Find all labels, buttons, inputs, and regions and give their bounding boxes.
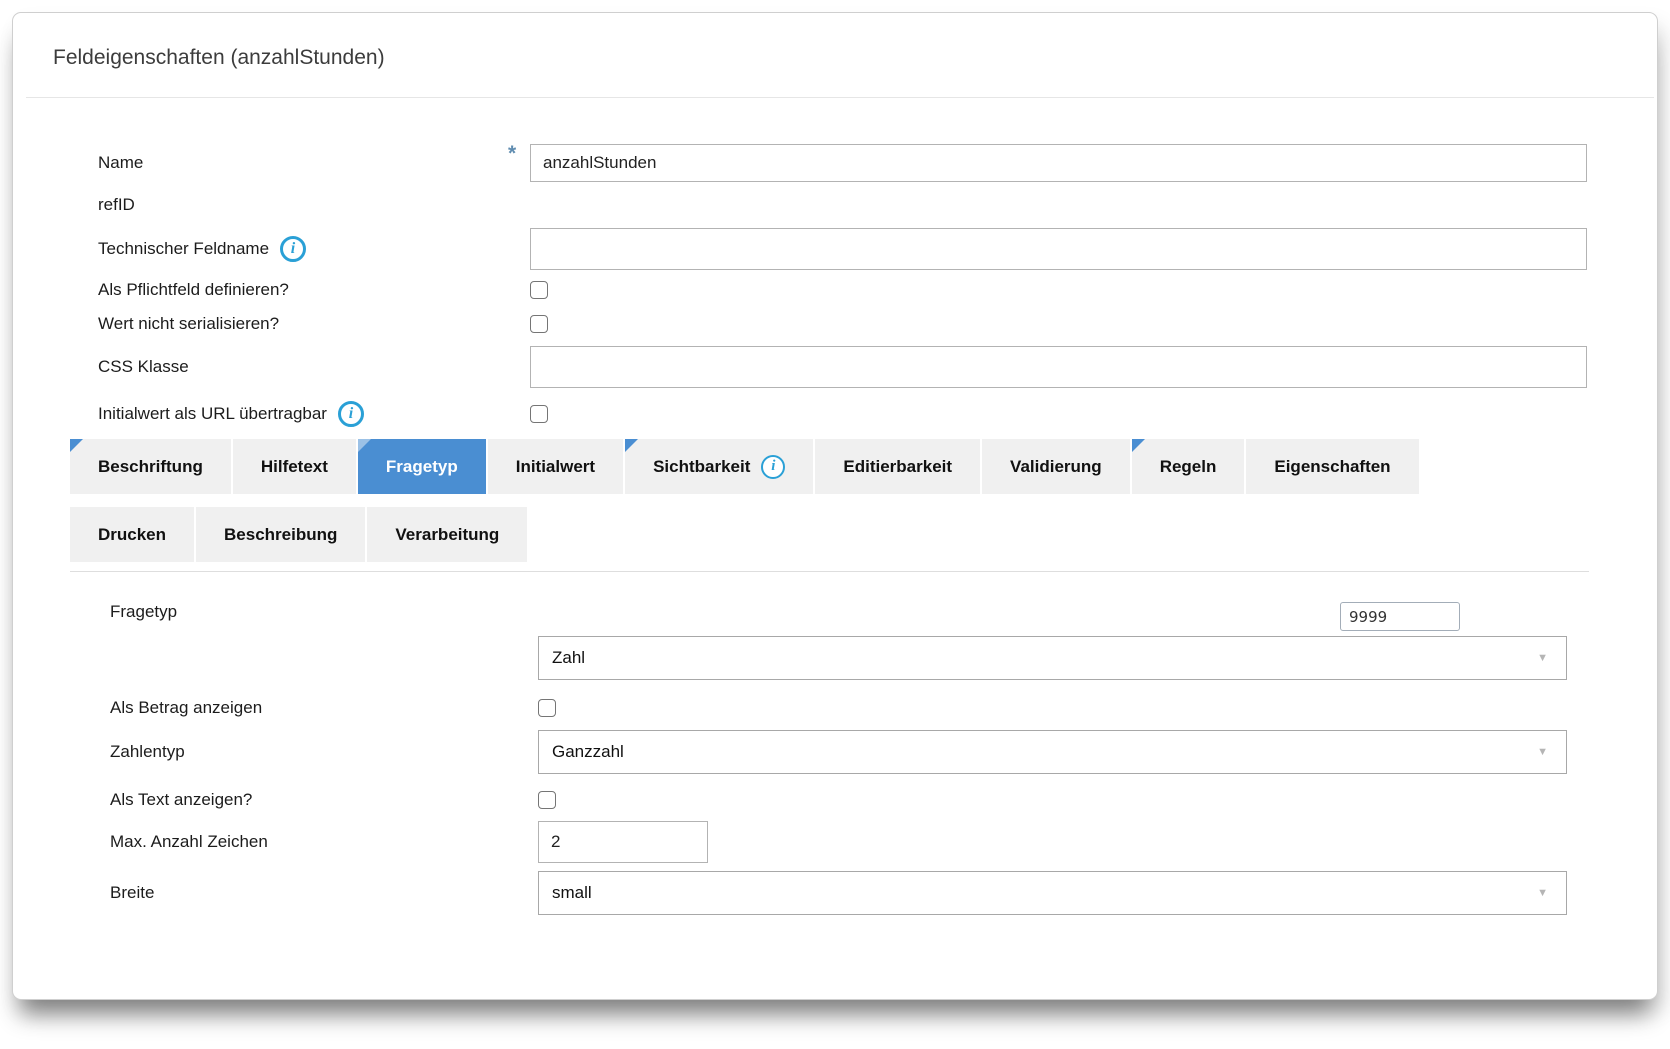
- tab-corner-marker: [625, 439, 638, 452]
- name-input[interactable]: [530, 144, 1587, 182]
- technical-fieldname-label: Technischer Feldname: [98, 239, 269, 259]
- required-asterisk: *: [508, 142, 516, 166]
- required-field-checkbox[interactable]: [530, 281, 548, 299]
- refid-label: refID: [98, 195, 530, 215]
- required-field-label: Als Pflichtfeld definieren?: [98, 280, 530, 300]
- css-class-label: CSS Klasse: [98, 357, 530, 377]
- refid-row: refID: [98, 195, 1587, 215]
- tab-eigenschaften[interactable]: Eigenschaften: [1246, 439, 1418, 494]
- no-serialize-row: Wert nicht serialisieren?: [98, 314, 1587, 334]
- fragetyp-tab-panel: Fragetyp Zahl ▼ Als Betrag anzeigen Zahl…: [110, 602, 1567, 915]
- css-class-row: CSS Klasse: [98, 346, 1587, 388]
- als-betrag-checkbox[interactable]: [538, 699, 556, 717]
- fragetyp-select[interactable]: Zahl ▼: [538, 636, 1567, 680]
- required-field-row: Als Pflichtfeld definieren?: [98, 280, 1587, 300]
- max-zeichen-row: Max. Anzahl Zeichen: [110, 821, 1567, 863]
- als-betrag-row: Als Betrag anzeigen: [110, 698, 1567, 718]
- tab-validierung[interactable]: Validierung: [982, 439, 1130, 494]
- field-properties-dialog: Feldeigenschaften (anzahlStunden) Name *…: [12, 12, 1658, 1000]
- breite-label: Breite: [110, 883, 538, 903]
- info-icon[interactable]: i: [338, 401, 364, 427]
- css-class-input[interactable]: [530, 346, 1587, 388]
- initial-url-label: Initialwert als URL übertragbar: [98, 404, 327, 424]
- info-icon[interactable]: i: [761, 455, 785, 479]
- chevron-down-icon: ▼: [1537, 652, 1548, 664]
- dialog-title: Feldeigenschaften (anzahlStunden): [53, 46, 1657, 70]
- tab-corner-marker: [1132, 439, 1145, 452]
- breite-row: Breite small ▼: [110, 871, 1567, 915]
- max-zeichen-input[interactable]: [538, 821, 708, 863]
- no-serialize-label: Wert nicht serialisieren?: [98, 314, 530, 334]
- zahlentyp-label: Zahlentyp: [110, 742, 538, 762]
- tab-bar: Beschriftung Hilfetext Fragetyp Initialw…: [70, 439, 1589, 562]
- breite-select-value: small: [552, 883, 1537, 903]
- tab-drucken[interactable]: Drucken: [70, 507, 194, 562]
- initial-url-checkbox[interactable]: [530, 405, 548, 423]
- fragetyp-select-value: Zahl: [552, 648, 1537, 668]
- technical-fieldname-input[interactable]: [530, 228, 1587, 270]
- als-text-label: Als Text anzeigen?: [110, 790, 538, 810]
- technical-fieldname-row: Technischer Feldname i: [98, 228, 1587, 270]
- tab-beschreibung[interactable]: Beschreibung: [196, 507, 365, 562]
- tab-fragetyp[interactable]: Fragetyp: [358, 439, 486, 494]
- tab-initialwert[interactable]: Initialwert: [488, 439, 623, 494]
- chevron-down-icon: ▼: [1537, 746, 1548, 758]
- chevron-down-icon: ▼: [1537, 887, 1548, 899]
- tab-editierbarkeit[interactable]: Editierbarkeit: [815, 439, 980, 494]
- als-text-row: Als Text anzeigen?: [110, 790, 1567, 810]
- max-zeichen-label: Max. Anzahl Zeichen: [110, 832, 538, 852]
- info-icon[interactable]: i: [280, 236, 306, 262]
- name-label: Name: [98, 153, 530, 173]
- tab-content-divider: [70, 571, 1589, 572]
- tab-corner-marker: [70, 439, 83, 452]
- tab-sichtbarkeit[interactable]: Sichtbarkeit i: [625, 439, 813, 494]
- tab-row-1: Beschriftung Hilfetext Fragetyp Initialw…: [70, 439, 1589, 494]
- zahlentyp-select-value: Ganzzahl: [552, 742, 1537, 762]
- tab-corner-marker: [358, 439, 371, 452]
- zahlentyp-row: Zahlentyp Ganzzahl ▼: [110, 730, 1567, 774]
- general-properties-form: Name * refID Technischer Feldname i Als …: [98, 144, 1587, 427]
- zahlentyp-select[interactable]: Ganzzahl ▼: [538, 730, 1567, 774]
- tab-hilfetext[interactable]: Hilfetext: [233, 439, 356, 494]
- tab-row-2: Drucken Beschreibung Verarbeitung: [70, 507, 1589, 562]
- no-serialize-checkbox[interactable]: [530, 315, 548, 333]
- als-betrag-label: Als Betrag anzeigen: [110, 698, 538, 718]
- fragetyp-select-row: Zahl ▼: [110, 636, 1567, 680]
- fragetyp-label: Fragetyp: [110, 602, 538, 622]
- name-row: Name *: [98, 144, 1587, 182]
- breite-select[interactable]: small ▼: [538, 871, 1567, 915]
- fragetyp-row: Fragetyp: [110, 602, 1567, 631]
- tab-verarbeitung[interactable]: Verarbeitung: [367, 507, 527, 562]
- als-text-checkbox[interactable]: [538, 791, 556, 809]
- tab-beschriftung[interactable]: Beschriftung: [70, 439, 231, 494]
- title-divider: [26, 97, 1654, 98]
- tab-regeln[interactable]: Regeln: [1132, 439, 1245, 494]
- initial-url-row: Initialwert als URL übertragbar i: [98, 401, 1587, 427]
- fragetyp-code-input[interactable]: [1340, 602, 1460, 631]
